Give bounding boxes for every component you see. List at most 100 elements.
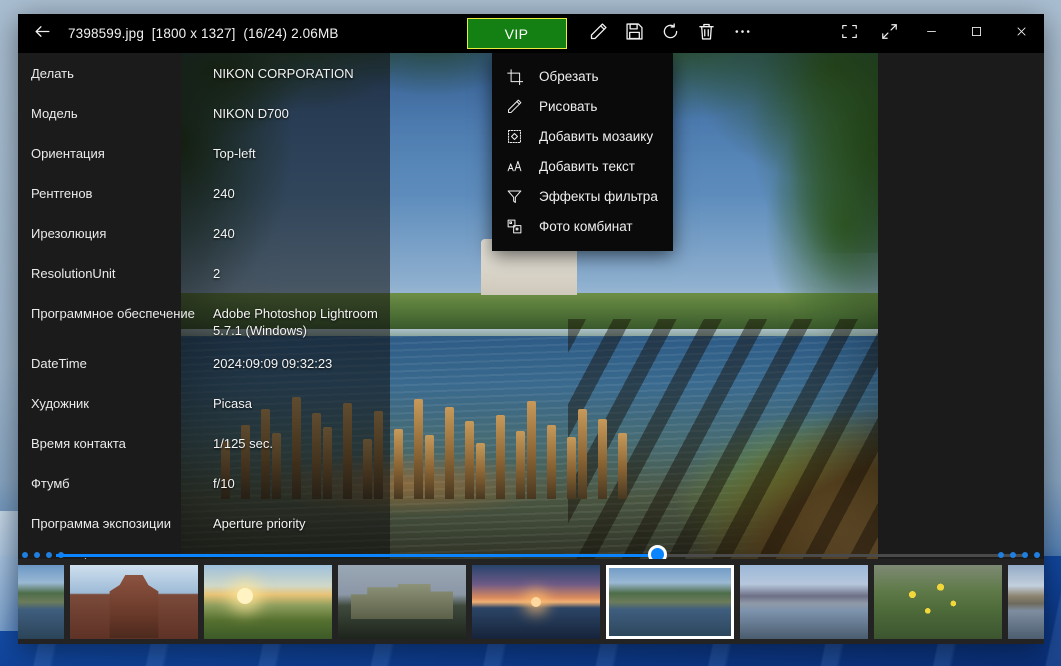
text-icon: [506, 158, 532, 175]
file-title-text: 7398599.jpg [1800 x 1327] (16/24) 2.06MB: [68, 26, 339, 41]
menu-item-label: Рисовать: [539, 99, 597, 114]
rotate-icon: [660, 21, 681, 47]
metadata-row: Программное обеспечениеAdobe Photoshop L…: [18, 303, 390, 353]
menu-item-filter[interactable]: Эффекты фильтра: [492, 181, 673, 211]
window-right-controls: [829, 14, 1044, 53]
metadata-row: ХудожникPicasa: [18, 393, 390, 433]
save-button[interactable]: [617, 14, 653, 53]
back-arrow-icon: [33, 22, 52, 46]
metadata-value: f/10: [213, 473, 235, 492]
metadata-row: МодельNIKON D700: [18, 103, 390, 143]
metadata-key: Фтумб: [18, 473, 213, 493]
exif-metadata-panel: ДелатьNIKON CORPORATIONМодельNIKON D700О…: [18, 53, 390, 559]
minimize-button[interactable]: [909, 14, 954, 53]
metadata-row: ОриентацияTop-left: [18, 143, 390, 183]
metadata-value: 2024:09:09 09:32:23: [213, 353, 332, 372]
edit-pencil-icon: [588, 21, 609, 47]
scrollbar-handle[interactable]: [648, 545, 667, 559]
thumb-church[interactable]: [70, 565, 198, 639]
maximize-button[interactable]: [954, 14, 999, 53]
maximize-icon: [970, 25, 983, 43]
more-options-button[interactable]: [725, 14, 761, 53]
thumb-urban-ruins[interactable]: [338, 565, 466, 639]
expand-fullscreen-icon: [880, 22, 899, 46]
metadata-value: Adobe Photoshop Lightroom 5.7.1 (Windows…: [213, 303, 388, 339]
metadata-value: Picasa: [213, 393, 252, 412]
save-icon: [624, 21, 645, 47]
photo-viewer-window: 7398599.jpg [1800 x 1327] (16/24) 2.06MB…: [18, 14, 1044, 644]
rotate-button[interactable]: [653, 14, 689, 53]
thumb-sunset-water[interactable]: [472, 565, 600, 639]
metadata-value: 240: [213, 223, 235, 242]
metadata-key: ResolutionUnit: [18, 263, 213, 283]
metadata-row: Программа экспозицииAperture priority: [18, 513, 390, 553]
thumbnail-filmstrip[interactable]: [18, 559, 1044, 644]
more-options-icon: [732, 21, 753, 47]
metadata-value: NIKON D700: [213, 103, 289, 122]
menu-item-pencil[interactable]: Рисовать: [492, 91, 673, 121]
close-button[interactable]: [999, 14, 1044, 53]
menu-item-crop[interactable]: Обрезать: [492, 61, 673, 91]
filmstrip-scrollbar[interactable]: [18, 551, 1044, 559]
thumb-mountain-lake[interactable]: [740, 565, 868, 639]
thumb-sunrise-field[interactable]: [204, 565, 332, 639]
edit-button[interactable]: [581, 14, 617, 53]
edit-tools-dropdown-menu: Обрезать Рисовать Добавить мозаику Добавить…: [492, 53, 673, 251]
menu-item-label: Обрезать: [539, 69, 599, 84]
thumb-lake-partial[interactable]: [18, 565, 64, 639]
metadata-key: Программа экспозиции: [18, 513, 213, 533]
metadata-row: Время контакта1/125 sec.: [18, 433, 390, 473]
minimize-icon: [925, 25, 938, 43]
thumb-hills-reflect[interactable]: [1008, 565, 1044, 639]
metadata-value: 1/125 sec.: [213, 433, 273, 452]
menu-item-photo-combine[interactable]: Фото комбинат: [492, 211, 673, 241]
metadata-key: Модель: [18, 103, 213, 123]
mosaic-icon: [506, 128, 532, 145]
metadata-row-list: ДелатьNIKON CORPORATIONМодельNIKON D700О…: [18, 53, 390, 559]
thumb-park-lake[interactable]: [606, 565, 734, 639]
menu-item-mosaic[interactable]: Добавить мозаику: [492, 121, 673, 151]
metadata-value: 240: [213, 183, 235, 202]
metadata-key: Ориентация: [18, 143, 213, 163]
scroll-dots-right: [998, 552, 1040, 558]
metadata-row: DateTime2024:09:09 09:32:23: [18, 353, 390, 393]
fit-screen-button[interactable]: [829, 14, 869, 53]
thumb-yellow-flowers[interactable]: [874, 565, 1002, 639]
menu-item-label: Фото комбинат: [539, 219, 633, 234]
photo-combine-icon: [506, 218, 532, 235]
metadata-value: NIKON CORPORATION: [213, 63, 354, 82]
vip-label: VIP: [505, 26, 529, 42]
fit-screen-icon: [840, 22, 859, 46]
metadata-row: ДелатьNIKON CORPORATION: [18, 63, 390, 103]
viewer-content: ДелатьNIKON CORPORATIONМодельNIKON D700О…: [18, 53, 1044, 559]
metadata-row: Рентгенов240: [18, 183, 390, 223]
delete-button[interactable]: [689, 14, 725, 53]
back-button[interactable]: [18, 14, 66, 53]
metadata-row: Ирезолюция240: [18, 223, 390, 263]
metadata-key: Программное обеспечение: [18, 303, 213, 323]
metadata-key: Время контакта: [18, 433, 213, 453]
scrollbar-progress: [56, 554, 657, 557]
close-icon: [1015, 25, 1028, 43]
toolbar-actions: [581, 14, 761, 53]
metadata-key: Делать: [18, 63, 213, 83]
metadata-value: Top-left: [213, 143, 256, 162]
menu-item-text[interactable]: Добавить текст: [492, 151, 673, 181]
delete-trash-icon: [696, 21, 717, 47]
filter-icon: [506, 188, 532, 205]
metadata-key: Рентгенов: [18, 183, 213, 203]
title-bar: 7398599.jpg [1800 x 1327] (16/24) 2.06MB…: [18, 14, 1044, 53]
metadata-key: Художник: [18, 393, 213, 413]
metadata-key: DateTime: [18, 353, 213, 373]
metadata-key: Ирезолюция: [18, 223, 213, 243]
menu-item-label: Эффекты фильтра: [539, 189, 658, 204]
pencil-icon: [506, 98, 532, 115]
menu-item-label: Добавить текст: [539, 159, 635, 174]
crop-icon: [506, 68, 532, 85]
vip-button[interactable]: VIP: [467, 18, 567, 49]
menu-item-label: Добавить мозаику: [539, 129, 653, 144]
fullscreen-button[interactable]: [869, 14, 909, 53]
metadata-value: 2: [213, 263, 220, 282]
metadata-value: Aperture priority: [213, 513, 305, 532]
metadata-row: Фтумбf/10: [18, 473, 390, 513]
